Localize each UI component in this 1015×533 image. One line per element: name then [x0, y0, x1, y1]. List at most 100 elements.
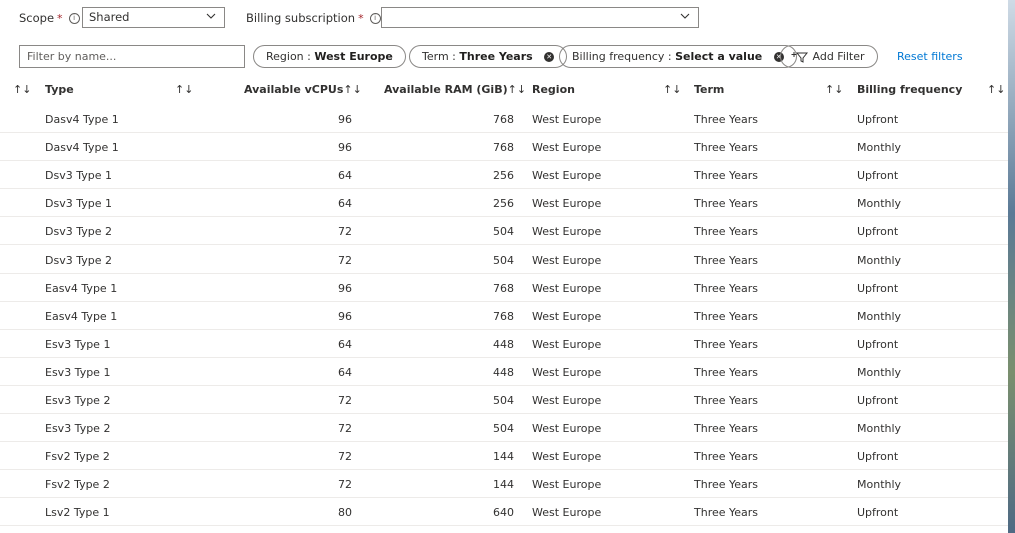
- cell-type: Dsv3 Type 1: [45, 197, 112, 211]
- cell-type: Dasv4 Type 1: [45, 113, 119, 126]
- table-row[interactable]: Dasv4 Type 1 96 768 West Europe Three Years M…: [0, 133, 1008, 162]
- cell-billing-frequency: Monthly: [857, 197, 902, 211]
- table-row[interactable]: Dsv3 Type 2 72 504 West Europe Three Years Up…: [0, 217, 1008, 246]
- billing-subscription-info-icon[interactable]: i: [369, 12, 381, 24]
- table-row[interactable]: Easv4 Type 1 96 768 West Europe Three Years U…: [0, 274, 1008, 302]
- table-row[interactable]: Dsv3 Type 2 72 504 West Europe Three Years Mo…: [0, 246, 1008, 274]
- cell-vcpus: 64: [338, 197, 352, 211]
- cell-billing-frequency: Upfront: [857, 281, 899, 295]
- table-row[interactable]: Esv3 Type 2 72 504 West Europe Three Years Up…: [0, 386, 1008, 414]
- cell-term: Three Years: [694, 169, 759, 183]
- cell-type: Fsv2 Type 2: [45, 450, 110, 464]
- billing-subscription-label-group: Billing subscription * i: [246, 6, 381, 30]
- cell-ram: 144: [493, 478, 514, 492]
- table-row[interactable]: Easv4 Type 1 96 768 West Europe Three Years M…: [0, 302, 1008, 330]
- cell-region: West Europe: [532, 394, 602, 407]
- cell-vcpus: 72: [338, 253, 352, 267]
- add-filter-icon: [791, 52, 809, 63]
- cell-ram: 256: [493, 197, 514, 211]
- column-header-vcpus[interactable]: Available vCPUs↑↓: [244, 83, 362, 96]
- table-header: ↑↓ Type ↑↓ Available vCPUs↑↓ Available R…: [0, 78, 1008, 102]
- cell-type: Esv3 Type 2: [45, 422, 111, 436]
- cell-billing-frequency: Monthly: [857, 478, 902, 492]
- cell-vcpus: 96: [338, 113, 352, 126]
- column-header-type[interactable]: Type: [45, 83, 74, 96]
- filter-by-name-input[interactable]: Filter by name...: [19, 45, 245, 68]
- region-filter-pill[interactable]: Region : West Europe: [253, 45, 406, 68]
- term-filter-key: Term :: [422, 50, 456, 63]
- cell-region: West Europe: [532, 113, 602, 126]
- column-header-vcpus-label: Available vCPUs: [244, 83, 344, 96]
- cell-vcpus: 64: [338, 365, 352, 379]
- region-filter-key: Region :: [266, 50, 311, 63]
- scope-info-icon[interactable]: i: [68, 12, 80, 24]
- billing-subscription-dropdown[interactable]: [381, 7, 699, 28]
- sort-billing-frequency-icon[interactable]: ↑↓: [987, 83, 1005, 96]
- billing-subscription-required-mark: *: [358, 11, 364, 25]
- sort-vcpus-icon[interactable]: ↑↓: [343, 83, 361, 96]
- cell-term: Three Years: [694, 225, 759, 239]
- remove-term-filter-icon[interactable]: ✕: [544, 52, 555, 62]
- cell-billing-frequency: Monthly: [857, 253, 902, 267]
- cell-billing-frequency: Upfront: [857, 394, 899, 407]
- cell-term: Three Years: [694, 506, 759, 520]
- sort-term-icon[interactable]: ↑↓: [825, 83, 843, 96]
- cell-ram: 768: [493, 309, 514, 323]
- column-header-region[interactable]: Region: [532, 83, 575, 96]
- select-all-sort-icon[interactable]: ↑↓: [13, 83, 31, 96]
- cell-type: Easv4 Type 1: [45, 309, 118, 323]
- sort-type-icon[interactable]: ↑↓: [175, 83, 193, 96]
- cell-billing-frequency: Upfront: [857, 225, 899, 239]
- table-row[interactable]: Fsv2 Type 2 72 144 West Europe Three Years Mo…: [0, 470, 1008, 499]
- cell-term: Three Years: [694, 281, 759, 295]
- cell-ram: 144: [493, 450, 514, 464]
- reset-filters-link[interactable]: Reset filters: [897, 50, 963, 63]
- table-row[interactable]: Dsv3 Type 1 64 256 West Europe Three Years Up…: [0, 161, 1008, 190]
- billing-frequency-filter-pill[interactable]: Billing frequency : Select a value ✕: [559, 45, 797, 68]
- cell-billing-frequency: Monthly: [857, 309, 902, 323]
- table-row[interactable]: Esv3 Type 1 64 448 West Europe Three Years Up…: [0, 330, 1008, 358]
- cell-ram: 768: [493, 281, 514, 295]
- column-header-billing-frequency[interactable]: Billing frequency: [857, 83, 962, 96]
- cell-term: Three Years: [694, 309, 759, 323]
- table-row[interactable]: Lsv2 Type 1 80 640 West Europe Three Years Up…: [0, 498, 1008, 527]
- cell-billing-frequency: Monthly: [857, 422, 902, 436]
- add-filter-button[interactable]: Add Filter: [780, 45, 878, 68]
- sort-region-icon[interactable]: ↑↓: [663, 83, 681, 96]
- cell-region: West Europe: [532, 281, 602, 295]
- term-filter-pill[interactable]: Term : Three Years ✕: [409, 45, 568, 68]
- cell-term: Three Years: [694, 141, 759, 155]
- cell-term: Three Years: [694, 337, 759, 351]
- cell-vcpus: 80: [338, 506, 352, 520]
- cell-type: Dsv3 Type 1: [45, 169, 112, 183]
- cell-ram: 640: [493, 506, 514, 520]
- table-row[interactable]: Esv3 Type 1 64 448 West Europe Three Years Mo…: [0, 358, 1008, 386]
- cell-vcpus: 72: [338, 394, 352, 407]
- column-header-term[interactable]: Term: [694, 83, 724, 96]
- cell-type: Lsv2 Type 1: [45, 506, 110, 520]
- table-row[interactable]: Dsv3 Type 1 64 256 West Europe Three Years Mo…: [0, 189, 1008, 218]
- cell-region: West Europe: [532, 450, 602, 464]
- scope-dropdown[interactable]: Shared: [82, 7, 225, 28]
- billing-subscription-label: Billing subscription: [246, 11, 356, 25]
- table-row[interactable]: Dasv4 Type 1 96 768 West Europe Three Years U…: [0, 105, 1008, 133]
- table-row[interactable]: Esv3 Type 2 72 504 West Europe Three Years Mo…: [0, 414, 1008, 443]
- cell-type: Dsv3 Type 2: [45, 225, 112, 239]
- cell-billing-frequency: Upfront: [857, 337, 899, 351]
- cell-ram: 504: [493, 225, 514, 239]
- cell-term: Three Years: [694, 113, 759, 126]
- column-header-ram[interactable]: Available RAM (GiB)↑↓: [384, 83, 526, 96]
- sort-ram-icon[interactable]: ↑↓: [508, 83, 526, 96]
- column-header-ram-label: Available RAM (GiB): [384, 83, 508, 96]
- table-row[interactable]: Fsv2 Type 2 72 144 West Europe Three Years Up…: [0, 442, 1008, 471]
- scope-value: Shared: [89, 10, 130, 24]
- cell-term: Three Years: [694, 365, 759, 379]
- cell-type: Esv3 Type 1: [45, 365, 111, 379]
- billing-frequency-filter-value: Select a value: [675, 50, 763, 63]
- cell-type: Dsv3 Type 2: [45, 253, 112, 267]
- cell-region: West Europe: [532, 197, 602, 211]
- cell-ram: 504: [493, 422, 514, 436]
- add-filter-label: Add Filter: [812, 50, 865, 63]
- cell-region: West Europe: [532, 309, 602, 323]
- cell-vcpus: 64: [338, 337, 352, 351]
